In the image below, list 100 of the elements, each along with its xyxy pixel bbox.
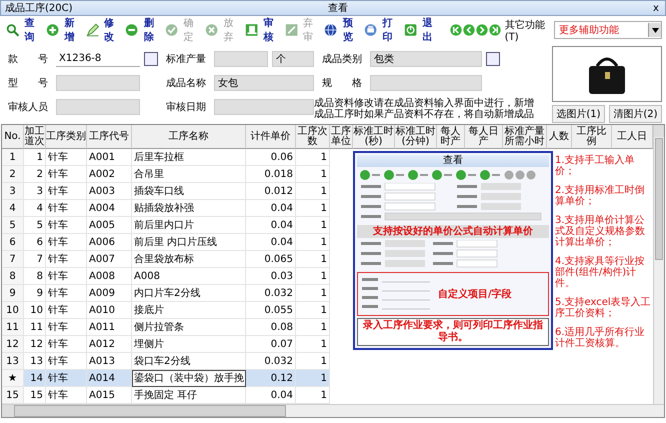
- field-label: 标准产量: [166, 52, 207, 66]
- table-cell[interactable]: 合里袋放布标: [132, 251, 246, 268]
- pencil-icon: [86, 22, 99, 38]
- table-cell: 4: [24, 200, 46, 217]
- first-page-icon[interactable]: [450, 24, 462, 36]
- column-header[interactable]: 工序代号: [87, 125, 132, 149]
- document-icon: [244, 22, 258, 38]
- feature-note: 4.支持家具等行业按部件(组件/构件)计件。: [555, 256, 646, 289]
- table-cell: 0.065: [246, 251, 296, 268]
- row-number-cell: 13: [2, 353, 24, 370]
- table-cell: A002: [87, 166, 132, 183]
- photo-button[interactable]: 清图片(2): [609, 105, 662, 123]
- next-icon[interactable]: [476, 24, 488, 36]
- table-cell: 1: [296, 234, 330, 251]
- row-number-cell: 3: [2, 183, 24, 200]
- unit-field[interactable]: 个: [272, 51, 314, 67]
- table-cell: 针车: [46, 149, 87, 166]
- table-cell: 0.08: [246, 319, 296, 336]
- table-cell[interactable]: 埋侧片: [132, 336, 246, 353]
- table-cell: 0.012: [246, 183, 296, 200]
- table-cell: 1: [296, 268, 330, 285]
- table-cell: 1: [296, 336, 330, 353]
- last-page-icon[interactable]: [488, 24, 501, 36]
- table-cell[interactable]: 贴插袋放补强: [132, 200, 246, 217]
- close-button[interactable]: x: [651, 2, 661, 14]
- table-cell[interactable]: 侧片拉管条: [132, 319, 246, 336]
- field-label: 款 号: [8, 53, 49, 66]
- table-cell[interactable]: A008: [132, 268, 246, 285]
- horizontal-scrollbar[interactable]: [2, 404, 664, 417]
- toolbar-button[interactable]: 修改: [84, 16, 120, 44]
- table-cell: 针车: [46, 166, 87, 183]
- toolbar-button[interactable]: 预览: [322, 16, 358, 44]
- lookup-button[interactable]: [486, 52, 500, 66]
- vertical-scrollbar[interactable]: [653, 125, 664, 404]
- table-cell[interactable]: 接底片: [132, 302, 246, 319]
- feature-note: 1.支持手工输入单价；: [555, 155, 636, 177]
- table-cell: 2: [24, 166, 46, 183]
- input-field[interactable]: 女包: [214, 75, 314, 91]
- input-field[interactable]: [370, 75, 482, 91]
- column-header[interactable]: 计件单价: [246, 125, 296, 149]
- table-cell[interactable]: 后里车拉框: [132, 149, 246, 166]
- functions-dropdown[interactable]: 更多辅助功能: [554, 21, 662, 39]
- toolbar-button[interactable]: 查询: [4, 16, 40, 44]
- custom-fields-hint: 自定义项目/字段: [438, 287, 512, 301]
- column-header[interactable]: 工序比例: [572, 125, 612, 149]
- table-cell: A014: [87, 370, 132, 387]
- column-header[interactable]: 标准工时(分钟): [395, 125, 437, 149]
- table-cell: A006: [87, 234, 132, 251]
- column-header[interactable]: 每人时产: [437, 125, 465, 149]
- field-label: 成品名称: [166, 76, 207, 90]
- row-number-cell: 15: [2, 387, 24, 404]
- table-cell: 1: [296, 200, 330, 217]
- input-field[interactable]: X1236-8: [56, 51, 140, 67]
- column-header[interactable]: 工序类别: [46, 125, 87, 149]
- table-cell: 3: [24, 183, 46, 200]
- window-title: 成品工序(20C): [5, 2, 74, 15]
- lookup-button[interactable]: [144, 52, 158, 66]
- table-cell[interactable]: 插袋车口线: [132, 183, 246, 200]
- table-cell[interactable]: 前后里内口片: [132, 217, 246, 234]
- photo-button[interactable]: 选图片(1): [552, 105, 605, 123]
- column-header[interactable]: 人数: [547, 125, 572, 149]
- input-field[interactable]: [214, 51, 268, 67]
- column-header[interactable]: 加工道次: [24, 125, 46, 149]
- column-header[interactable]: 每人日产: [465, 125, 503, 149]
- table-cell[interactable]: 鎏袋口（装中袋）放手挽: [132, 370, 246, 387]
- table-cell: 1: [296, 285, 330, 302]
- input-field[interactable]: [214, 99, 314, 115]
- toolbar-button[interactable]: 审核: [242, 16, 279, 44]
- toolbar-button[interactable]: 删除: [123, 16, 160, 44]
- table-cell: 针车: [46, 183, 87, 200]
- row-number-cell: 4: [2, 200, 24, 217]
- column-header[interactable]: 标准工时(秒): [353, 125, 395, 149]
- input-field[interactable]: [56, 99, 140, 115]
- column-header[interactable]: 工序名称: [132, 125, 246, 149]
- row-number-cell: 7: [2, 251, 24, 268]
- table-cell: A005: [87, 217, 132, 234]
- toolbar-button[interactable]: 打印: [362, 16, 398, 44]
- table-cell[interactable]: 前后里 内口片压线: [132, 234, 246, 251]
- column-header[interactable]: 工序次数: [296, 125, 330, 149]
- table-cell: 1: [296, 319, 330, 336]
- row-number-cell: 1: [2, 149, 24, 166]
- previous-icon[interactable]: [462, 24, 475, 36]
- column-header[interactable]: 标准产量所需小时: [503, 125, 547, 149]
- power-icon: [404, 22, 418, 38]
- table-cell: 针车: [46, 200, 87, 217]
- column-header[interactable]: 工序单位: [330, 125, 353, 149]
- table-cell[interactable]: 合吊里: [132, 166, 246, 183]
- table-cell: 0.032: [246, 285, 296, 302]
- table-cell: 1: [296, 183, 330, 200]
- input-field[interactable]: [56, 75, 140, 91]
- table-cell: 14: [24, 370, 46, 387]
- printer-icon: [364, 22, 378, 38]
- toolbar-button[interactable]: 退出: [402, 16, 438, 44]
- table-cell[interactable]: 内口片车2分线: [132, 285, 246, 302]
- table-cell: 6: [24, 234, 46, 251]
- table-cell: 针车: [46, 302, 87, 319]
- toolbar-button[interactable]: 新增: [44, 16, 80, 44]
- table-cell: A011: [87, 319, 132, 336]
- row-number-cell: 11: [2, 319, 24, 336]
- input-field[interactable]: 包类: [370, 51, 482, 67]
